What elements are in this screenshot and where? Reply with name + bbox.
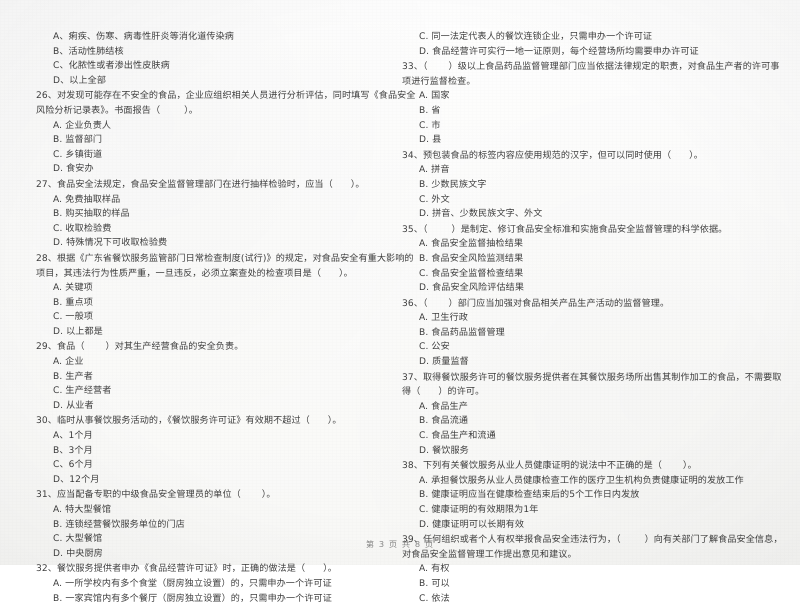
- option-item: D、以上全部: [53, 75, 107, 86]
- option-item: C. 公安: [419, 342, 450, 353]
- question-stem-continuation: 风险分析记录表》。书面报告（ ）。: [36, 105, 198, 116]
- question-stem: 36、（ ）部门应当加强对食品相关产品生产活动的监督管理。: [402, 298, 670, 309]
- option-item: C. 食品安全监督检查结果: [419, 268, 524, 279]
- left-column: A、痢疾、伤寒、病毒性肝炎等消化道传染病 B、活动性肺结核 C、化脓性或者渗出性…: [36, 30, 416, 604]
- question-block: 34、预包装食品的标签内容应使用规范的汉字，但可以同时使用（ ）。 A. 拼音 …: [402, 149, 742, 222]
- option-item: C. 健康证明的有效期限为1年: [419, 505, 539, 515]
- option-item: C. 收取检验费: [53, 223, 112, 234]
- option-item: C. 外文: [419, 194, 450, 205]
- question-block: 33、（ ）级以上食品药品监督管理部门应当依据法律规定的职责，对食品生产者的许可…: [402, 60, 780, 148]
- option-item: A. 食品安全监督抽检结果: [419, 239, 524, 250]
- question-block: 32、餐饮服务提供者申办《食品经营许可证》时，正确的做法是（ ）。 A. 一所学…: [36, 562, 376, 606]
- option-item: C、化脓性或者渗出性皮肤病: [53, 61, 170, 72]
- question-block: 35、（ ）是制定、修订食品安全标准和实施食品安全监督管理的科学依据。 A. 食…: [402, 223, 742, 296]
- option-item: B. 食品药品监督管理: [419, 327, 505, 338]
- question-block: 27、食品安全法规定，食品安全监督管理部门在进行抽样检验时，应当（ ）。 A. …: [36, 178, 376, 251]
- option-item: B. 健康证明应当在健康检查结束后的5个工作日内发放: [419, 490, 640, 501]
- option-item: B. 监督部门: [53, 135, 103, 146]
- question-block: 30、临时从事餐饮服务活动的，《餐饮服务许可证》有效期不超过（ ）。 A、1个月…: [36, 414, 376, 487]
- option-item: A. 企业负责人: [53, 120, 112, 131]
- question-block: 29、食品（ ）对其生产经营食品的安全负责。 A. 企业 B. 生产者 C. 生…: [36, 340, 376, 413]
- question-block: 38、下列有关餐饮服务从业人员健康证明的说法中不正确的是（ ）。 A. 承担餐饮…: [402, 459, 744, 532]
- option-item: D. 拼音、少数民族文字、外文: [419, 209, 543, 220]
- option-item: D. 从业者: [53, 400, 94, 411]
- option-item: A. 特大型餐馆: [53, 505, 112, 515]
- option-item: D、12个月: [53, 474, 100, 485]
- option-item: B. 一家宾馆内有多个餐厅（厨房独立设置）的，只需申办一个许可证: [53, 593, 332, 604]
- option-item: B. 重点项: [53, 297, 93, 308]
- option-item: C、6个月: [53, 460, 93, 471]
- option-item: D. 县: [419, 135, 442, 146]
- option-item: A. 拼音: [419, 165, 450, 176]
- option-item: C. 同一法定代表人的餐饮连锁企业，只需申办一个许可证: [419, 32, 653, 42]
- option-item: A. 一所学校内有多个食堂（厨房独立设置）的，只需申办一个许可证: [53, 578, 332, 589]
- option-item: D. 以上都是: [53, 326, 103, 337]
- option-item: B、3个月: [53, 445, 93, 456]
- option-item: A. 国家: [419, 91, 450, 102]
- question-stem-continuation: 得（ ）的许可。: [402, 387, 485, 398]
- option-item: A、痢疾、伤寒、病毒性肝炎等消化道传染病: [53, 32, 235, 42]
- question-stem: 29、食品（ ）对其生产经营食品的安全负责。: [36, 342, 244, 353]
- question-stem: 30、临时从事餐饮服务活动的，《餐饮服务许可证》有效期不超过（ ）。: [36, 416, 342, 427]
- question-stem: 33、（ ）级以上食品药品监督管理部门应当依据法律规定的职责，对食品生产者的许可…: [402, 62, 780, 73]
- question-block: 28、根据《广东省餐饮服务监管部门日常检查制度(试行)》的规定，对食品安全有重大…: [36, 252, 414, 340]
- option-item: D. 健康证明可以长期有效: [419, 519, 525, 530]
- question-stem: 27、食品安全法规定，食品安全监督管理部门在进行抽样检验时，应当（ ）。: [36, 179, 365, 190]
- question-block: 37、取得餐饮服务许可的餐饮服务提供者在其餐饮服务场所出售其制作加工的食品，不需…: [402, 371, 782, 459]
- option-item: D. 特殊情况下可收取检验费: [53, 238, 168, 249]
- option-item: C. 一般项: [53, 312, 94, 323]
- option-item: D. 食品经营许可实行一地一证原则，每个经营场所均需要申办许可证: [419, 46, 699, 57]
- option-item: C. 生产经营者: [53, 386, 112, 397]
- option-item: A. 免费抽取样品: [53, 194, 121, 205]
- question-block: 36、（ ）部门应当加强对食品相关产品生产活动的监督管理。 A. 卫生行政 B.…: [402, 297, 742, 370]
- page-footer: 第 3 页 共 8 页: [365, 539, 435, 549]
- option-item: A. 关键项: [53, 283, 93, 294]
- question-stem: 37、取得餐饮服务许可的餐饮服务提供者在其餐饮服务场所出售其制作加工的食品，不需…: [402, 372, 782, 383]
- question-stem-continuation: 项目，其违法行为性质严重，一旦违反，必须立案查处的检查项目是（ ）。: [36, 268, 353, 279]
- option-item: A. 食品生产: [419, 401, 468, 412]
- option-item: B. 连锁经营餐饮服务单位的门店: [53, 519, 185, 530]
- option-item: B. 省: [419, 105, 441, 116]
- option-item: C. 食品生产和流通: [419, 431, 496, 442]
- option-item: D. 食品安全风险评估结果: [419, 283, 525, 294]
- option-item: C. 乡镇街道: [53, 149, 103, 160]
- orphan-option-group: C. 同一法定代表人的餐饮连锁企业，只需申办一个许可证 D. 食品经营许可实行一…: [402, 30, 742, 59]
- option-item: A. 承担餐饮服务从业人员健康检查工作的医疗卫生机构负责健康证明的发放工作: [419, 475, 744, 486]
- question-stem-continuation: 项进行监督检查。: [402, 76, 476, 87]
- question-stem: 38、下列有关餐饮服务从业人员健康证明的说法中不正确的是（ ）。: [402, 461, 697, 472]
- option-item: A. 卫生行政: [419, 313, 468, 324]
- option-item: B. 少数民族文字: [419, 179, 487, 190]
- option-item: B. 生产者: [53, 371, 93, 382]
- option-item: D. 质量监督: [419, 357, 469, 368]
- question-block: 31、应当配备专职的中级食品安全管理员的单位（ ）。 A. 特大型餐馆 B. 连…: [36, 488, 376, 561]
- orphan-option-group: A、痢疾、伤寒、病毒性肝炎等消化道传染病 B、活动性肺结核 C、化脓性或者渗出性…: [36, 30, 376, 88]
- option-item: B. 食品安全风险监测结果: [419, 253, 524, 264]
- option-item: A. 企业: [53, 357, 84, 368]
- page-content: A、痢疾、伤寒、病毒性肝炎等消化道传染病 B、活动性肺结核 C、化脓性或者渗出性…: [0, 0, 800, 604]
- question-stem: 34、预包装食品的标签内容应使用规范的汉字，但可以同时使用（ ）。: [402, 150, 703, 161]
- option-item: C. 市: [419, 120, 441, 131]
- question-stem: 26、对发现可能存在不安全的食品，企业应组织相关人员进行分析评估，同时填写《食品…: [36, 91, 416, 102]
- question-stem: 31、应当配备专职的中级食品安全管理员的单位（ ）。: [36, 490, 276, 501]
- option-item: B. 购买抽取的样品: [53, 209, 130, 220]
- option-item: B. 可以: [419, 578, 450, 589]
- right-column: C. 同一法定代表人的餐饮连锁企业，只需申办一个许可证 D. 食品经营许可实行一…: [402, 30, 782, 604]
- option-item: B、活动性肺结核: [53, 46, 124, 57]
- option-item: B. 食品流通: [419, 416, 469, 427]
- option-item: A、1个月: [53, 431, 93, 442]
- option-item: D. 食安办: [53, 164, 94, 175]
- question-block: 26、对发现可能存在不安全的食品，企业应组织相关人员进行分析评估，同时填写《食品…: [36, 89, 416, 177]
- scanned-page-sheet: A、痢疾、伤寒、病毒性肝炎等消化道传染病 B、活动性肺结核 C、化脓性或者渗出性…: [0, 0, 800, 604]
- question-stem: 28、根据《广东省餐饮服务监管部门日常检查制度(试行)》的规定，对食品安全有重大…: [36, 253, 414, 264]
- option-item: C. 依法: [419, 593, 450, 604]
- option-item: D. 餐饮服务: [419, 445, 469, 456]
- question-stem: 35、（ ）是制定、修订食品安全标准和实施食品安全监督管理的科学依据。: [402, 224, 728, 235]
